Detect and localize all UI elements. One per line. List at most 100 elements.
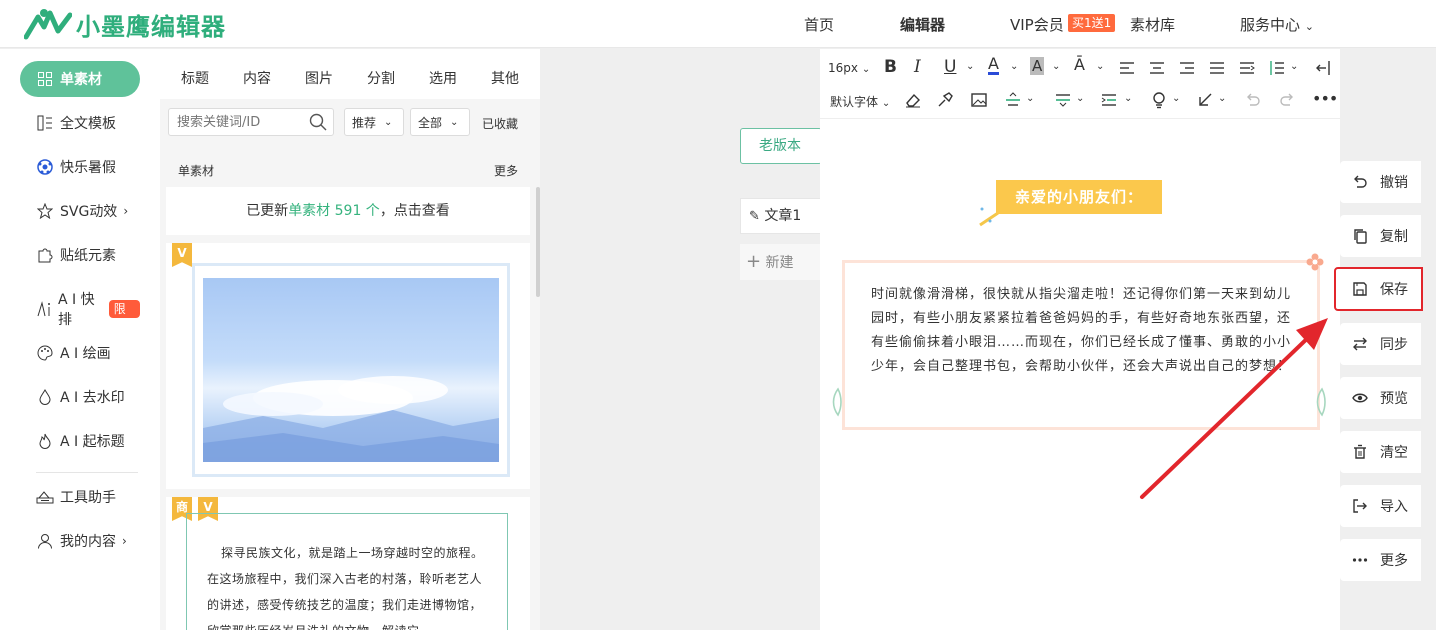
side-spacing-icon[interactable] [1100, 91, 1118, 109]
sidebar-item-label: 全文模板 [60, 116, 116, 132]
redo-icon[interactable] [1278, 91, 1296, 109]
lightbulb-icon[interactable] [1150, 91, 1168, 109]
undo-button[interactable]: 撤销 [1340, 161, 1421, 203]
spacing-bottom-icon[interactable] [1054, 91, 1072, 109]
ai-icon [36, 300, 52, 318]
font-family-select[interactable]: 默认字体 ⌄ [830, 93, 890, 110]
article-tab[interactable]: ✎ 文章1 [740, 198, 822, 234]
chevron-down-icon[interactable]: ⌄ [1096, 61, 1104, 72]
align-right-icon[interactable] [1178, 59, 1196, 77]
more-dots-icon [1352, 552, 1368, 568]
italic-icon[interactable]: I [914, 57, 921, 77]
new-article-button[interactable]: + 新建 [740, 244, 822, 280]
nav-service[interactable]: 服务中心 ⌄ [1240, 14, 1314, 35]
clear-button[interactable]: 清空 [1340, 431, 1421, 473]
save-button[interactable]: 保存 [1334, 267, 1423, 311]
more-link[interactable]: 更多 [494, 162, 518, 179]
nav-vip[interactable]: VIP会员 [1010, 14, 1064, 35]
copy-button[interactable]: 复制 [1340, 215, 1421, 257]
text-block[interactable]: 时间就像滑滑梯，很快就从指尖溜走啦！还记得你们第一天来到幼儿园时，有些小朋友紧紧… [842, 260, 1320, 430]
tab-title[interactable]: 标题 [181, 68, 209, 88]
material-tabs: 标题 内容 图片 分割 选用 其他 [160, 49, 540, 99]
sidebar-divider [36, 472, 138, 473]
preview-button[interactable]: 预览 [1340, 377, 1421, 419]
sidebar-item-ai-title[interactable]: A I 起标题 [20, 423, 140, 459]
align-center-icon[interactable] [1148, 59, 1166, 77]
sidebar-item-svg[interactable]: SVG动效 › [20, 193, 140, 229]
sort-value: 推荐 [352, 115, 377, 130]
search-input[interactable] [177, 109, 307, 135]
sort-dropdown[interactable]: 推荐 ⌄ [344, 108, 404, 136]
chevron-down-icon: ⌄ [1304, 20, 1315, 33]
sidebar-item-single-material[interactable]: 单素材 [20, 61, 140, 97]
editor-toolbar: 16px ⌄ B I U ⌄ A ⌄ A ⌄ Ā ⌄ ⌄ 默认字体 ⌄ ⌄ ⌄ … [820, 49, 1340, 119]
chevron-down-icon[interactable]: ⌄ [1290, 61, 1298, 72]
flower-decoration-icon [1306, 253, 1324, 271]
chevron-down-icon[interactable]: ⌄ [1010, 61, 1018, 72]
tab-image[interactable]: 图片 [305, 68, 333, 88]
sidebar-item-sticker[interactable]: 贴纸元素 [20, 237, 140, 273]
chevron-down-icon[interactable]: ⌄ [1172, 93, 1180, 104]
vip-promo-badge[interactable]: 买1送1 [1068, 14, 1116, 32]
more-dots-icon[interactable]: ••• [1312, 89, 1338, 108]
sidebar-item-my-content[interactable]: 我的内容 › [20, 523, 140, 559]
old-version-button[interactable]: 老版本 [740, 128, 822, 164]
eagle-logo-icon [24, 9, 72, 40]
line-height-icon[interactable] [1268, 59, 1286, 77]
chevron-down-icon[interactable]: ⌄ [966, 61, 974, 72]
chevron-down-icon[interactable]: ⌄ [1218, 93, 1226, 104]
sidebar-item-ai-layout[interactable]: A I 快排 限免 [20, 291, 140, 334]
background-color-icon[interactable]: A [1030, 57, 1045, 75]
sidebar-item-tools[interactable]: 工具助手 [20, 479, 140, 515]
tab-divider[interactable]: 分割 [367, 68, 395, 88]
align-left-icon[interactable] [1118, 59, 1136, 77]
filter-dropdown[interactable]: 全部 ⌄ [410, 108, 470, 136]
nav-materials[interactable]: 素材库 [1130, 14, 1175, 35]
sidebar-item-full-template[interactable]: 全文模板 [20, 105, 140, 141]
tool-icon [36, 488, 54, 506]
image-icon[interactable] [970, 91, 988, 109]
sync-label: 同步 [1380, 337, 1408, 353]
nav-editor[interactable]: 编辑器 [900, 14, 945, 35]
body-text[interactable]: 时间就像滑滑梯，很快就从指尖溜走啦！还记得你们第一天来到幼儿园时，有些小朋友紧紧… [871, 283, 1297, 379]
tab-selected[interactable]: 选用 [429, 68, 457, 88]
sync-button[interactable]: 同步 [1340, 323, 1421, 365]
arrow-down-left-icon[interactable] [1196, 91, 1214, 109]
chevron-down-icon[interactable]: ⌄ [1076, 93, 1084, 104]
align-justify-icon[interactable] [1208, 59, 1226, 77]
underline-icon[interactable]: U [944, 57, 956, 77]
font-size-value: 16px [828, 61, 858, 75]
indent-icon[interactable] [1238, 59, 1256, 77]
format-brush-icon[interactable] [936, 91, 954, 109]
favorites-link[interactable]: 已收藏 [482, 115, 518, 132]
nav-home[interactable]: 首页 [804, 14, 834, 35]
tab-content[interactable]: 内容 [243, 68, 271, 88]
collapse-toolbar-icon[interactable] [1314, 59, 1332, 77]
eraser-icon[interactable] [904, 91, 922, 109]
logo[interactable]: 小墨鹰编辑器 [24, 6, 226, 42]
font-size-select[interactable]: 16px ⌄ [828, 61, 870, 75]
bold-icon[interactable]: B [884, 57, 897, 77]
letter-spacing-icon[interactable]: Ā [1074, 55, 1085, 74]
panel-scrollbar[interactable] [536, 187, 540, 297]
sidebar-item-label: 我的内容 [60, 534, 116, 550]
material-card[interactable]: 商 V 探寻民族文化，就是踏上一场穿越时空的旅程。在这场旅程中，我们深入古老的村… [166, 497, 530, 630]
heading-block[interactable]: 亲爱的小朋友们： [996, 180, 1162, 214]
chevron-down-icon[interactable]: ⌄ [1052, 61, 1060, 72]
chevron-down-icon: ⌄ [384, 116, 393, 128]
spacing-top-icon[interactable] [1004, 91, 1022, 109]
chevron-down-icon[interactable]: ⌄ [1026, 93, 1034, 104]
sidebar-item-ai-paint[interactable]: A I 绘画 [20, 335, 140, 371]
undo-icon[interactable] [1244, 91, 1262, 109]
import-button[interactable]: 导入 [1340, 485, 1421, 527]
update-notice[interactable]: 已更新单素材 591 个，点击查看 [166, 187, 530, 235]
font-color-icon[interactable]: A [988, 56, 999, 75]
chevron-down-icon[interactable]: ⌄ [1124, 93, 1132, 104]
sidebar-item-ai-watermark[interactable]: A I 去水印 [20, 379, 140, 415]
search-icon[interactable] [309, 113, 327, 131]
chevron-right-icon: › [122, 534, 127, 548]
tab-other[interactable]: 其他 [491, 68, 519, 88]
more-button[interactable]: 更多 [1340, 539, 1421, 581]
sidebar-item-summer[interactable]: 快乐暑假 [20, 149, 140, 185]
material-card[interactable]: V [166, 243, 530, 489]
